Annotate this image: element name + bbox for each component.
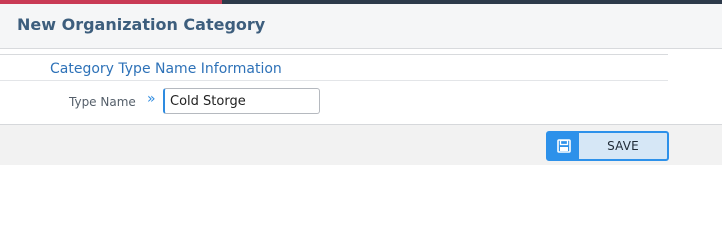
page-title: New Organization Category xyxy=(17,15,266,34)
double-chevron-right-icon: » xyxy=(147,91,156,107)
save-button[interactable]: SAVE xyxy=(546,131,669,161)
page-header: New Organization Category xyxy=(0,4,722,49)
type-name-label: Type Name xyxy=(69,95,136,109)
floppy-disk-icon xyxy=(548,133,579,159)
type-name-input[interactable] xyxy=(163,88,320,114)
section-title: Category Type Name Information xyxy=(50,61,282,77)
section-divider xyxy=(0,80,668,81)
category-type-section: Category Type Name Information Type Name… xyxy=(0,54,668,125)
action-bar: SAVE xyxy=(0,124,722,165)
save-button-label: SAVE xyxy=(607,139,639,153)
